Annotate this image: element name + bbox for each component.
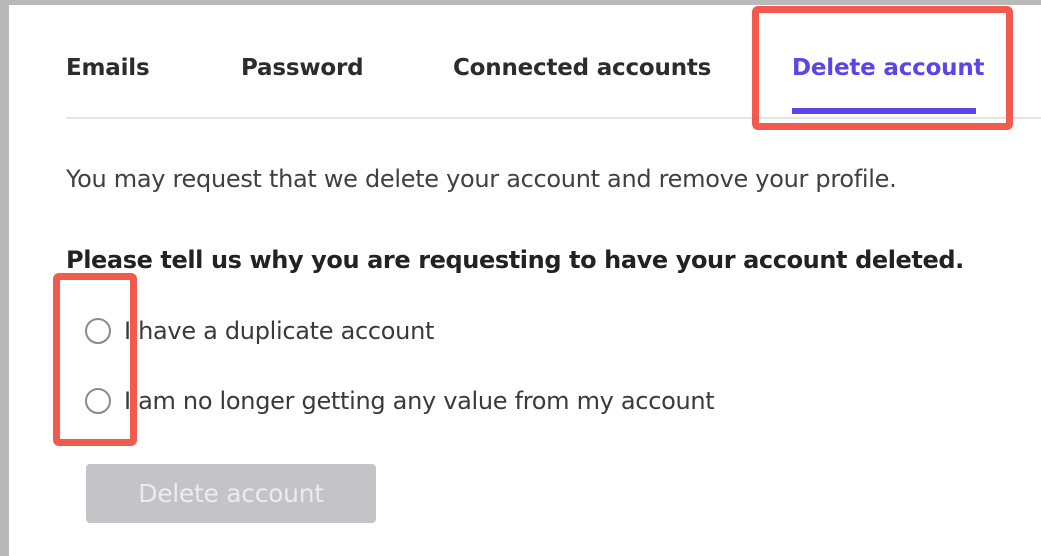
- radio-duplicate-account[interactable]: [85, 318, 111, 344]
- settings-panel: Emails Password Connected accounts Delet…: [0, 0, 1041, 556]
- radio-no-value[interactable]: [85, 388, 111, 414]
- reason-option-no-value[interactable]: I am no longer getting any value from my…: [85, 381, 715, 421]
- active-tab-indicator: [792, 108, 976, 114]
- reason-question: Please tell us why you are requesting to…: [66, 246, 964, 274]
- tab-connected-accounts[interactable]: Connected accounts: [453, 55, 711, 81]
- reason-option-duplicate[interactable]: I have a duplicate account: [85, 311, 434, 351]
- reason-option-label: I am no longer getting any value from my…: [124, 387, 715, 415]
- delete-account-button[interactable]: Delete account: [86, 464, 376, 523]
- tab-delete-account[interactable]: Delete account: [792, 55, 985, 81]
- intro-text: You may request that we delete your acco…: [66, 165, 897, 193]
- reason-option-label: I have a duplicate account: [124, 317, 435, 345]
- tab-emails[interactable]: Emails: [66, 55, 150, 81]
- tab-password[interactable]: Password: [241, 55, 364, 81]
- account-tabs: Emails Password Connected accounts Delet…: [66, 45, 1041, 119]
